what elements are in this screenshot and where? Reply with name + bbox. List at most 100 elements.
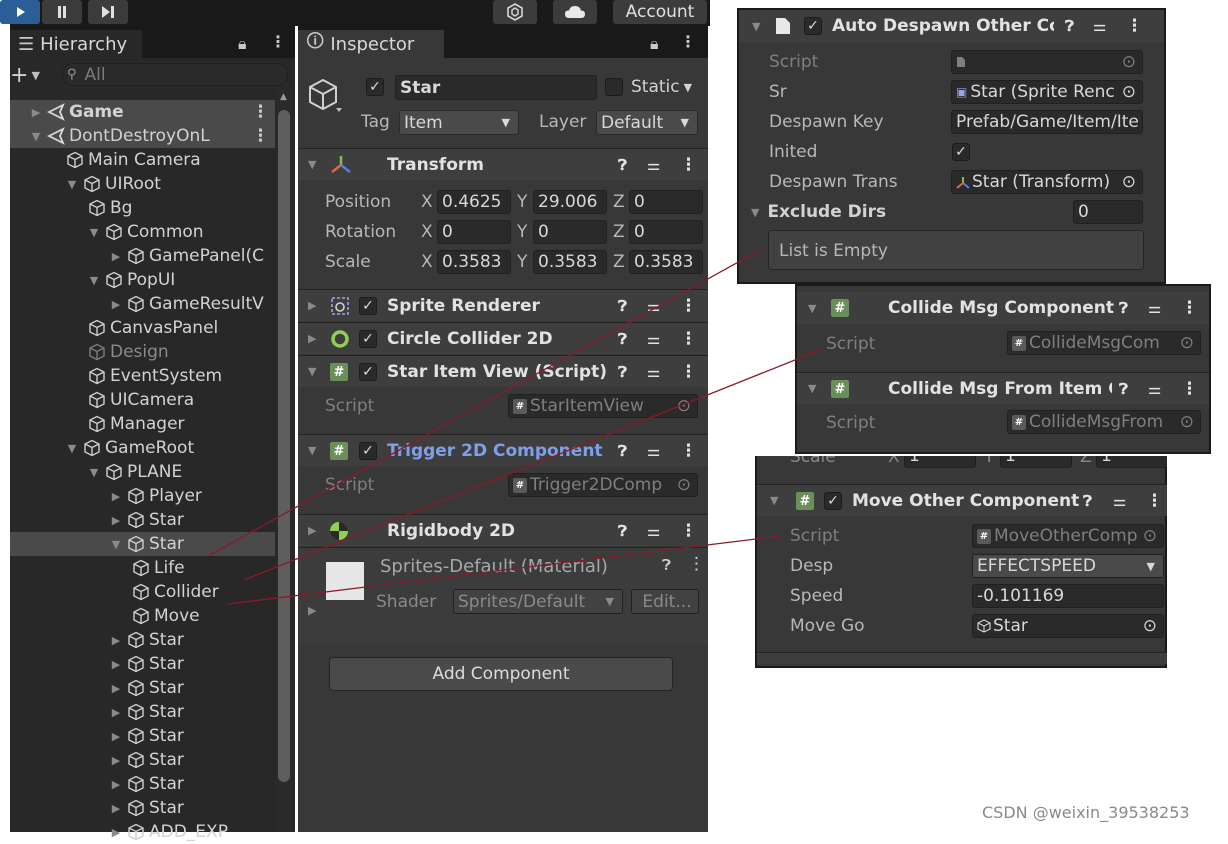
trigger-2d-checkbox[interactable]: ✓	[359, 442, 377, 460]
foldout-collapsed-icon[interactable]: ▶	[110, 490, 122, 503]
star-item-view-header[interactable]: ▼ # ✓ Star Item View (Script) ❓︎ ⚌ ⋮	[298, 355, 708, 387]
despawn-trans-field[interactable]: Star (Transform) ⊙	[951, 170, 1143, 194]
exclude-dirs-size[interactable]: 0	[1073, 200, 1143, 224]
transform-scale-x-input[interactable]: 0.3583	[437, 250, 511, 274]
exclude-dirs-foldout[interactable]: ▼ Exclude Dirs	[751, 202, 886, 222]
partial-field[interactable]: 1	[1096, 456, 1167, 468]
step-button[interactable]	[88, 0, 128, 24]
hierarchy-item[interactable]: ▼ PLANE	[10, 460, 275, 484]
more-icon[interactable]: ⋮	[1181, 379, 1198, 399]
desp-dropdown[interactable]: EFFECTSPEED ▼	[972, 554, 1164, 578]
help-icon[interactable]: ❓︎	[618, 156, 627, 174]
presets-icon[interactable]: ⚌	[1113, 492, 1126, 510]
object-picker-icon[interactable]: ⊙	[1143, 616, 1157, 636]
hierarchy-item[interactable]: ▼ Star	[10, 532, 275, 556]
more-icon[interactable]: ⋮	[270, 32, 286, 51]
more-icon[interactable]: ⋮	[680, 32, 696, 51]
speed-input[interactable]: -0.101169	[972, 584, 1164, 608]
presets-icon[interactable]: ⚌	[647, 442, 660, 460]
foldout-collapsed-icon[interactable]: ▶	[110, 754, 122, 767]
more-icon[interactable]: ⋮	[1146, 491, 1163, 511]
foldout-expanded-icon[interactable]: ▼	[66, 178, 78, 191]
presets-icon[interactable]: ⚌	[1093, 17, 1106, 35]
hierarchy-item[interactable]: ▼ PopUI	[10, 268, 275, 292]
foldout-icon[interactable]: ▼	[752, 20, 760, 33]
foldout-icon[interactable]: ▶	[308, 604, 316, 617]
more-icon[interactable]: ⋮	[680, 155, 697, 175]
help-icon[interactable]: ❓︎	[618, 442, 627, 460]
help-icon[interactable]: ❓︎	[1119, 299, 1128, 317]
static-checkbox[interactable]	[605, 78, 623, 96]
hierarchy-item[interactable]: ▶ Star	[10, 772, 275, 796]
foldout-expanded-icon[interactable]: ▼	[66, 442, 78, 455]
foldout-icon[interactable]: ▶	[308, 299, 316, 312]
collab-button[interactable]	[493, 0, 537, 24]
hierarchy-item[interactable]: ▶ Star	[10, 748, 275, 772]
foldout-collapsed-icon[interactable]: ▶	[30, 106, 42, 119]
presets-icon[interactable]: ⚌	[647, 330, 660, 348]
auto-despawn-header[interactable]: ▼ ✓ Auto Despawn Other Co ❓︎ ⚌ ⋮	[739, 10, 1164, 42]
presets-icon[interactable]: ⚌	[647, 363, 660, 381]
inited-checkbox[interactable]: ✓	[952, 143, 970, 161]
object-picker-icon[interactable]: ⊙	[677, 475, 691, 495]
object-picker-icon[interactable]: ⊙	[1180, 333, 1194, 353]
help-icon[interactable]: ❓︎	[618, 297, 627, 315]
hierarchy-item[interactable]: Main Camera	[10, 148, 275, 172]
hierarchy-item[interactable]: ▶ Player	[10, 484, 275, 508]
foldout-expanded-icon[interactable]: ▼	[30, 130, 42, 143]
scroll-up-icon[interactable]: ▲	[280, 92, 287, 102]
transform-scale-z-input[interactable]: 0.3583	[629, 250, 703, 274]
more-icon[interactable]: ⋮	[688, 554, 705, 574]
scrollbar-thumb[interactable]	[278, 110, 290, 782]
circle-collider-checkbox[interactable]: ✓	[359, 330, 377, 348]
hierarchy-item[interactable]: ▶ Star	[10, 508, 275, 532]
foldout-icon[interactable]: ▼	[770, 494, 778, 507]
move-other-checkbox[interactable]: ✓	[824, 492, 842, 510]
hierarchy-item[interactable]: ▶ Star	[10, 796, 275, 820]
help-icon[interactable]: ❓︎	[1119, 380, 1128, 398]
more-icon[interactable]: ⋮	[680, 329, 697, 349]
despawn-key-input[interactable]: Prefab/Game/Item/Ite	[951, 110, 1143, 134]
foldout-icon[interactable]: ▼	[308, 444, 316, 457]
more-icon[interactable]: ⋮	[680, 296, 697, 316]
foldout-icon[interactable]: ▼	[308, 158, 316, 171]
hierarchy-item[interactable]: Manager	[10, 412, 275, 436]
foldout-expanded-icon[interactable]: ▼	[110, 538, 122, 551]
presets-icon[interactable]: ⚌	[1148, 380, 1161, 398]
hierarchy-search-input[interactable]: ⚲ All	[62, 63, 288, 86]
circle-collider-header[interactable]: ▶ ✓ Circle Collider 2D ❓︎ ⚌ ⋮	[298, 322, 708, 354]
foldout-icon[interactable]: ▼	[808, 382, 816, 395]
transform-rot-y-input[interactable]: 0	[533, 220, 607, 244]
lock-icon[interactable]: 🔒︎	[650, 34, 659, 54]
object-picker-icon[interactable]: ⊙	[1143, 526, 1157, 546]
more-icon[interactable]: ⋮	[252, 126, 269, 146]
foldout-expanded-icon[interactable]: ▼	[88, 466, 100, 479]
move-go-field[interactable]: Star ⊙	[972, 614, 1164, 638]
collide-msg-from-item-header[interactable]: ▼ # Collide Msg From Item C ❓︎ ⚌ ⋮	[797, 372, 1209, 404]
add-component-button[interactable]: Add Component	[329, 657, 673, 691]
foldout-expanded-icon[interactable]: ▼	[88, 226, 100, 239]
shader-edit-button[interactable]: Edit...	[631, 589, 699, 614]
play-button[interactable]	[0, 0, 40, 24]
transform-rot-z-input[interactable]: 0	[629, 220, 703, 244]
foldout-collapsed-icon[interactable]: ▶	[110, 658, 122, 671]
tag-dropdown[interactable]: Item ▼	[399, 110, 519, 135]
move-other-header[interactable]: ▼ # ✓ Move Other Component ❓︎ ⚌ ⋮	[757, 484, 1167, 516]
hierarchy-item[interactable]: UICamera	[10, 388, 275, 412]
hierarchy-item[interactable]: ▶ GamePanel(C	[10, 244, 275, 268]
object-picker-icon[interactable]: ⊙	[1122, 82, 1136, 102]
help-icon[interactable]: ❓︎	[1083, 492, 1092, 510]
partial-field[interactable]: 1	[1000, 456, 1072, 468]
rigidbody-header[interactable]: ▶ Rigidbody 2D ❓︎ ⚌ ⋮	[298, 514, 708, 546]
auto-despawn-checkbox[interactable]: ✓	[804, 17, 822, 35]
object-name-input[interactable]: Star	[395, 75, 597, 100]
transform-scale-y-input[interactable]: 0.3583	[533, 250, 607, 274]
foldout-collapsed-icon[interactable]: ▶	[110, 682, 122, 695]
trigger-2d-header[interactable]: ▼ # ✓ Trigger 2D Component ( ❓︎ ⚌ ⋮	[298, 434, 708, 466]
more-icon[interactable]: ⋮	[252, 102, 269, 122]
foldout-collapsed-icon[interactable]: ▶	[110, 298, 122, 311]
sprite-renderer-header[interactable]: ▶ ✓ Sprite Renderer ❓︎ ⚌ ⋮	[298, 289, 708, 321]
pause-button[interactable]	[42, 0, 82, 24]
more-icon[interactable]: ⋮	[1181, 298, 1198, 318]
hierarchy-item[interactable]: ▶ Star	[10, 676, 275, 700]
